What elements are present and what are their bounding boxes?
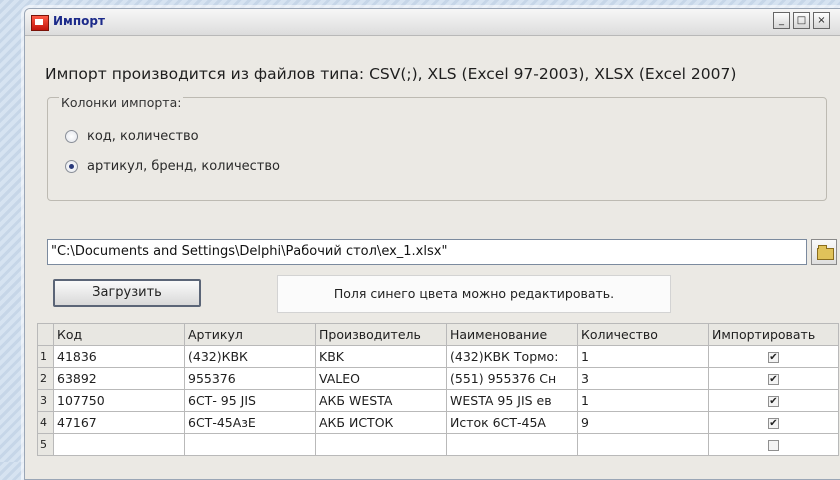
radio-article-brand-quantity[interactable]: артикул, бренд, количество	[65, 159, 280, 174]
cell-article[interactable]: (432)КВК	[184, 345, 316, 368]
cell-import[interactable]	[708, 433, 839, 456]
import-window: Импорт _ □ × Импорт производится из файл…	[24, 8, 840, 480]
cell-maker[interactable]: АКБ ИСТОК	[315, 411, 447, 434]
minimize-button[interactable]: _	[773, 12, 790, 29]
header-name[interactable]: Наименование	[446, 323, 578, 346]
cell-name[interactable]: WESTA 95 JIS ев	[446, 389, 578, 412]
table-row[interactable]: 3 107750 6СТ- 95 JIS АКБ WESTA WESTA 95 …	[37, 389, 839, 412]
cell-code[interactable]: 47167	[53, 411, 185, 434]
table-row[interactable]: 2 63892 955376 VALEO (551) 955376 Сн 3 ✔	[37, 367, 839, 390]
columns-group-label: Колонки импорта:	[59, 95, 184, 110]
cell-code[interactable]	[53, 433, 185, 456]
cell-quantity[interactable]: 9	[577, 411, 709, 434]
cell-article[interactable]	[184, 433, 316, 456]
radio-code-quantity-circle[interactable]	[65, 130, 78, 143]
header-corner	[37, 323, 54, 346]
import-checkbox[interactable]: ✔	[768, 374, 779, 385]
radio-code-quantity[interactable]: код, количество	[65, 129, 199, 144]
cell-maker[interactable]	[315, 433, 447, 456]
cell-article[interactable]: 6СТ- 95 JIS	[184, 389, 316, 412]
cell-quantity[interactable]	[577, 433, 709, 456]
header-quantity[interactable]: Количество	[577, 323, 709, 346]
import-checkbox[interactable]: ✔	[768, 396, 779, 407]
cell-import[interactable]: ✔	[708, 367, 839, 390]
file-path-field[interactable]: "C:\Documents and Settings\Delphi\Рабочи…	[47, 239, 807, 265]
cell-name[interactable]: Исток 6СТ-45А	[446, 411, 578, 434]
browse-button[interactable]	[811, 239, 837, 265]
maximize-button[interactable]: □	[793, 12, 810, 29]
load-button[interactable]: Загрузить	[53, 279, 201, 307]
import-checkbox[interactable]	[768, 440, 779, 451]
editable-fields-hint: Поля синего цвета можно редактировать.	[277, 275, 671, 313]
title-bar: Импорт _ □ ×	[25, 9, 840, 36]
cell-name[interactable]: (551) 955376 Сн	[446, 367, 578, 390]
import-checkbox[interactable]: ✔	[768, 418, 779, 429]
cell-code[interactable]: 107750	[53, 389, 185, 412]
cell-quantity[interactable]: 1	[577, 345, 709, 368]
cell-code[interactable]: 41836	[53, 345, 185, 368]
header-import[interactable]: Импортировать	[708, 323, 839, 346]
import-checkbox[interactable]: ✔	[768, 352, 779, 363]
cell-name[interactable]: (432)КВК Тормо:	[446, 345, 578, 368]
radio-code-quantity-label: код, количество	[87, 129, 199, 144]
window-title: Импорт	[53, 14, 105, 28]
columns-groupbox	[47, 97, 827, 201]
cell-quantity[interactable]: 3	[577, 367, 709, 390]
table-row[interactable]: 4 47167 6СТ-45АзЕ АКБ ИСТОК Исток 6СТ-45…	[37, 411, 839, 434]
cell-article[interactable]: 6СТ-45АзЕ	[184, 411, 316, 434]
cell-maker[interactable]: VALEO	[315, 367, 447, 390]
import-table[interactable]: Код Артикул Производитель Наименование К…	[37, 323, 839, 456]
app-icon	[31, 15, 49, 31]
cell-quantity[interactable]: 1	[577, 389, 709, 412]
cell-article[interactable]: 955376	[184, 367, 316, 390]
cell-code[interactable]: 63892	[53, 367, 185, 390]
row-number: 5	[37, 433, 54, 456]
table-row[interactable]: 5	[37, 433, 839, 456]
cell-maker[interactable]: АКБ WESTA	[315, 389, 447, 412]
radio-article-brand-quantity-label: артикул, бренд, количество	[87, 159, 280, 174]
folder-open-icon	[817, 245, 834, 260]
header-article[interactable]: Артикул	[184, 323, 316, 346]
cell-import[interactable]: ✔	[708, 389, 839, 412]
header-code[interactable]: Код	[53, 323, 185, 346]
row-number: 2	[37, 367, 54, 390]
row-number: 1	[37, 345, 54, 368]
table-header-row: Код Артикул Производитель Наименование К…	[37, 323, 839, 346]
row-number: 4	[37, 411, 54, 434]
close-button[interactable]: ×	[813, 12, 830, 29]
table-row[interactable]: 1 41836 (432)КВК KBK (432)КВК Тормо: 1 ✔	[37, 345, 839, 368]
row-number: 3	[37, 389, 54, 412]
cell-import[interactable]: ✔	[708, 411, 839, 434]
cell-import[interactable]: ✔	[708, 345, 839, 368]
import-description: Импорт производится из файлов типа: CSV(…	[45, 65, 737, 83]
radio-article-brand-quantity-circle[interactable]	[65, 160, 78, 173]
cell-name[interactable]	[446, 433, 578, 456]
header-maker[interactable]: Производитель	[315, 323, 447, 346]
cell-maker[interactable]: KBK	[315, 345, 447, 368]
